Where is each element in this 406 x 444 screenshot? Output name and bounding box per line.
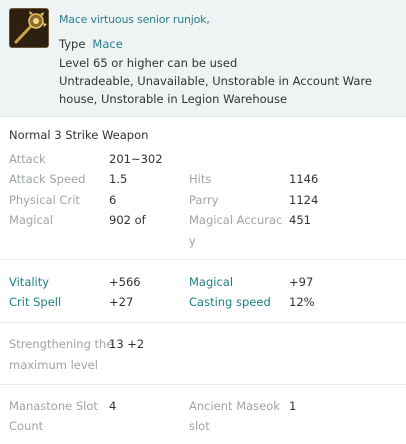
hits-label: Hits bbox=[189, 172, 212, 186]
manastone-slot-label-1: Manastone Slot bbox=[9, 399, 98, 413]
casting-speed-label: Casting speed bbox=[189, 295, 271, 309]
physical-crit-value: 6 bbox=[109, 193, 117, 207]
parry-value: 1124 bbox=[289, 193, 319, 207]
divider bbox=[0, 259, 406, 260]
ancient-slot-value: 1 bbox=[289, 399, 297, 413]
restrictions-line-2: house, Unstorable in Legion Warehouse bbox=[59, 92, 288, 106]
enchant-label-1: Strengthening the bbox=[9, 337, 114, 351]
attack-label: Attack bbox=[9, 152, 46, 166]
item-type-row: Type Mace bbox=[59, 37, 123, 51]
vitality-label: Vitality bbox=[9, 275, 50, 289]
enchant-label-2: maximum level bbox=[9, 358, 98, 372]
ancient-slot-label-2: slot bbox=[189, 419, 210, 433]
magical-label: Magical bbox=[9, 213, 54, 227]
attack-speed-value: 1.5 bbox=[109, 172, 128, 186]
crit-spell-label: Crit Spell bbox=[9, 295, 62, 309]
magical-accuracy-value: 451 bbox=[289, 213, 311, 227]
magical-value: 902 of bbox=[109, 213, 146, 227]
manastone-slot-label-2: Count bbox=[9, 419, 44, 433]
bonus-magical-value: +97 bbox=[289, 275, 314, 289]
level-requirement: Level 65 or higher can be used bbox=[59, 56, 238, 70]
attack-speed-label: Attack Speed bbox=[9, 172, 86, 186]
divider bbox=[0, 384, 406, 385]
type-value: Mace bbox=[92, 37, 123, 51]
weapon-type: Normal 3 Strike Weapon bbox=[9, 128, 149, 142]
attack-value: 201~302 bbox=[109, 152, 163, 166]
ancient-slot-label-1: Ancient Maseok bbox=[189, 399, 280, 413]
manastone-slot-value: 4 bbox=[109, 399, 117, 413]
type-label: Type bbox=[59, 37, 86, 51]
enchant-value: 13 +2 bbox=[109, 337, 145, 351]
parry-label: Parry bbox=[189, 193, 219, 207]
magical-accuracy-label-1: Magical Accurac bbox=[189, 213, 283, 227]
divider bbox=[0, 322, 406, 323]
magical-accuracy-label-2: y bbox=[189, 234, 196, 248]
restrictions-line-1: Untradeable, Unavailable, Unstorable in … bbox=[59, 74, 372, 88]
hits-value: 1146 bbox=[289, 172, 319, 186]
crit-spell-value: +27 bbox=[109, 295, 134, 309]
bonus-magical-label: Magical bbox=[189, 275, 234, 289]
casting-speed-value: 12% bbox=[289, 295, 315, 309]
vitality-value: +566 bbox=[109, 275, 141, 289]
physical-crit-label: Physical Crit bbox=[9, 193, 80, 207]
mace-icon bbox=[9, 8, 49, 48]
item-header: Mace virtuous senior runjok, Type Mace Le… bbox=[0, 0, 406, 117]
item-name: Mace virtuous senior runjok, bbox=[59, 13, 210, 26]
